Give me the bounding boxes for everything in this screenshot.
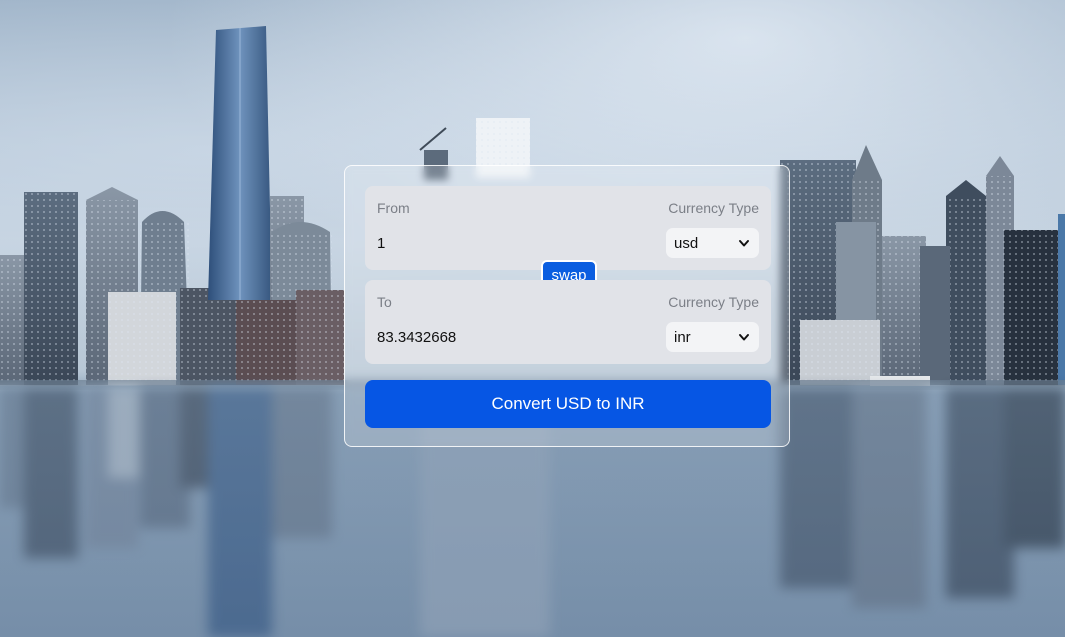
convert-button[interactable]: Convert USD to INR: [365, 380, 771, 428]
to-currency-value: inr: [674, 328, 691, 346]
to-amount-input[interactable]: [377, 326, 627, 348]
to-currency-type-label: Currency Type: [668, 294, 759, 310]
currency-converter-card: From Currency Type usd swap To Currency …: [344, 165, 790, 447]
from-currency-value: usd: [674, 234, 699, 252]
chevron-down-icon: [739, 240, 749, 247]
background-cityscape: From Currency Type usd swap To Currency …: [0, 0, 1065, 637]
from-currency-select[interactable]: usd: [666, 228, 759, 258]
to-currency-select[interactable]: inr: [666, 322, 759, 352]
to-panel: To Currency Type inr: [365, 280, 771, 364]
chevron-down-icon: [739, 334, 749, 341]
from-currency-type-label: Currency Type: [668, 200, 759, 216]
from-panel: From Currency Type usd: [365, 186, 771, 270]
to-label: To: [377, 294, 392, 310]
from-amount-input[interactable]: [377, 232, 627, 254]
from-label: From: [377, 200, 410, 216]
